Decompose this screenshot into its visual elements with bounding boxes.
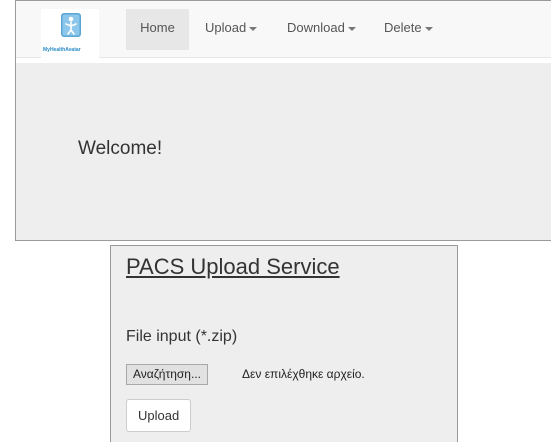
- caret-down-icon: [424, 26, 433, 31]
- welcome-heading: Welcome!: [78, 138, 163, 159]
- upload-button[interactable]: Upload: [126, 399, 192, 432]
- upload-panel: PACS Upload Service File input (*.zip) Α…: [110, 245, 458, 442]
- no-file-selected-text: Δεν επιλέχθηκε αρχείο.: [242, 367, 365, 381]
- caret-down-icon: [347, 26, 356, 31]
- brand-text: MyHealthAvatar: [43, 47, 81, 53]
- nav-delete-dropdown[interactable]: Delete: [384, 9, 433, 50]
- app-window: MyHealthAvatar Home Upload Download Dele…: [0, 0, 551, 442]
- nav-download-dropdown[interactable]: Download: [287, 9, 356, 50]
- nav-upload-dropdown[interactable]: Upload: [205, 9, 258, 50]
- jumbotron: Welcome!: [16, 63, 551, 240]
- browse-file-button[interactable]: Αναζήτηση...: [126, 364, 208, 385]
- navbar: MyHealthAvatar Home Upload Download Dele…: [16, 1, 551, 59]
- file-input-label: File input (*.zip): [126, 328, 238, 345]
- brand-logo[interactable]: MyHealthAvatar: [41, 9, 99, 59]
- caret-down-icon: [249, 26, 258, 31]
- avatar-logo-icon: [61, 13, 81, 37]
- nav-download-label: Download: [287, 20, 345, 35]
- top-frame: MyHealthAvatar Home Upload Download Dele…: [15, 0, 551, 241]
- nav-home[interactable]: Home: [126, 9, 189, 50]
- nav-upload-label: Upload: [205, 20, 247, 35]
- upload-title: PACS Upload Service: [126, 254, 340, 279]
- nav-home-label: Home: [140, 20, 175, 35]
- nav-delete-label: Delete: [384, 20, 422, 35]
